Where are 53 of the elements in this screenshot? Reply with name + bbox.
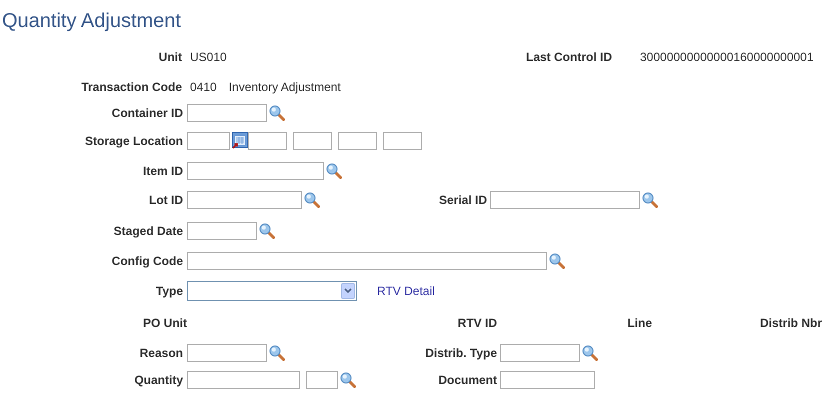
field-label: Reason: [138, 346, 184, 360]
field-label: Lot ID: [148, 193, 184, 207]
field-label: Distrib. Type: [424, 346, 498, 360]
search-icon[interactable]: [340, 372, 356, 388]
chevron-down-icon: [344, 288, 352, 294]
column-label: Distrib Nbr: [758, 316, 822, 330]
text-field[interactable]: [248, 132, 287, 150]
search-icon[interactable]: [582, 344, 598, 360]
text-field[interactable]: [187, 162, 324, 180]
field-label: Document: [437, 373, 498, 387]
field-label: Type: [154, 284, 184, 298]
field-label: Item ID: [142, 164, 184, 178]
column-label: PO Unit: [142, 316, 187, 330]
field-label: Quantity: [133, 373, 184, 387]
text-field[interactable]: [187, 252, 547, 270]
text-field[interactable]: [187, 191, 302, 209]
field-value: 0410: [190, 80, 217, 94]
text-field[interactable]: [187, 104, 267, 122]
search-icon[interactable]: [326, 162, 342, 178]
search-icon[interactable]: [304, 192, 320, 208]
field-label: Transaction Code: [80, 80, 183, 94]
text-field[interactable]: [187, 132, 230, 150]
field-value: US010: [190, 50, 227, 64]
text-field[interactable]: [500, 344, 580, 362]
search-icon[interactable]: [259, 222, 275, 238]
text-field[interactable]: [490, 191, 640, 209]
text-field[interactable]: [500, 371, 595, 389]
text-field[interactable]: [187, 371, 300, 389]
field-value: 30000000000000160000000001: [640, 50, 814, 64]
text-field[interactable]: [293, 132, 332, 150]
field-description: Inventory Adjustment: [228, 80, 341, 94]
text-field[interactable]: [187, 222, 257, 240]
field-label: Container ID: [110, 106, 184, 120]
search-icon[interactable]: [642, 192, 658, 208]
field-label: Serial ID: [438, 193, 488, 207]
field-label: Storage Location: [84, 134, 184, 148]
field-label: Staged Date: [112, 224, 184, 238]
text-field[interactable]: [338, 132, 377, 150]
rtv-detail-link[interactable]: RTV Detail: [377, 284, 435, 298]
search-icon[interactable]: [269, 344, 285, 360]
prompt-icon[interactable]: [232, 132, 248, 149]
text-field[interactable]: [383, 132, 422, 150]
field-label: Config Code: [110, 254, 184, 268]
text-field[interactable]: [187, 344, 267, 362]
page-title: Quantity Adjustment: [1, 9, 182, 32]
search-icon[interactable]: [549, 253, 565, 269]
type-dropdown[interactable]: [187, 281, 357, 301]
field-label: Last Control ID: [525, 50, 613, 64]
column-label: Line: [626, 316, 652, 330]
field-label: Unit: [158, 50, 183, 64]
column-label: RTV ID: [456, 316, 497, 330]
search-icon[interactable]: [269, 105, 285, 121]
text-field[interactable]: [306, 371, 338, 389]
